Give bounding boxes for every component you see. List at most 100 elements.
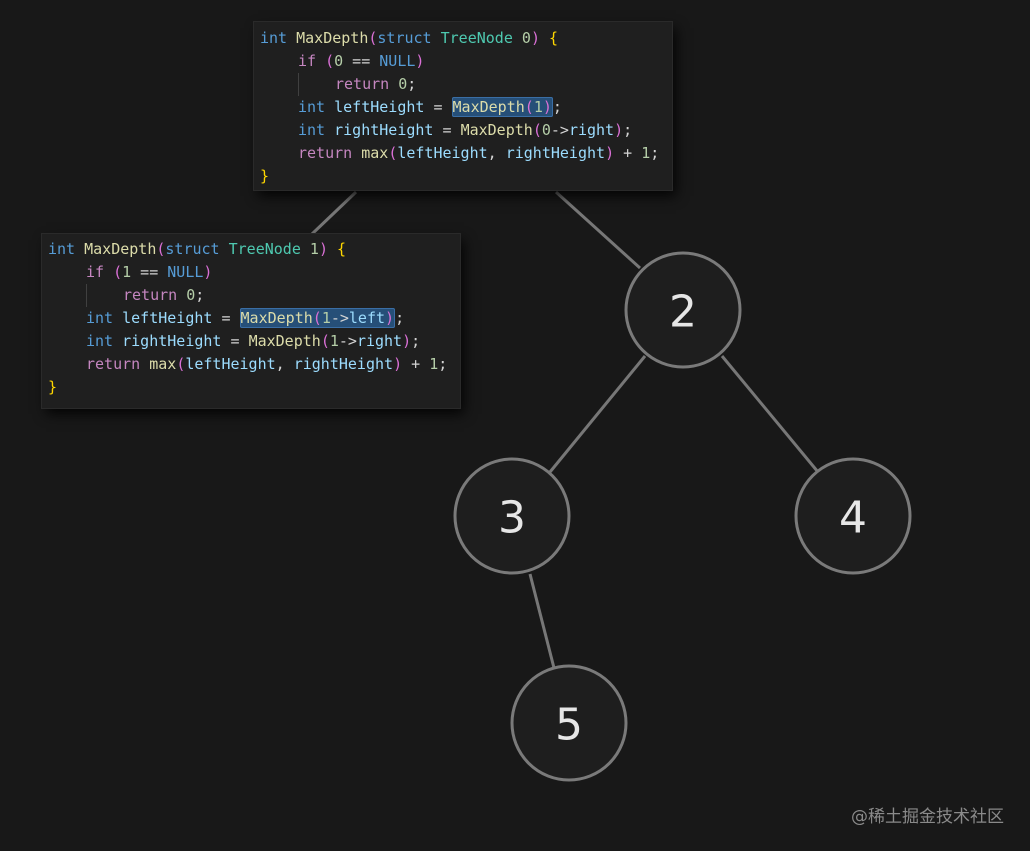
code-token: 0 [521,29,531,47]
code-token: right [356,332,403,350]
code-token: ( [532,121,542,139]
code-line: return 0; [48,284,460,307]
code-token: ) [605,144,615,162]
code-token: 0 [541,121,551,139]
code-token: max [149,355,177,373]
code-token: int [298,121,326,139]
code-token: rightHeight [505,144,606,162]
code-token: { [337,240,347,258]
code-card-node-1: int MaxDepth(struct TreeNode 1) {if (1 =… [42,234,460,408]
watermark: @稀土掘金技术社区 [851,807,1004,827]
code-token: ( [113,263,123,281]
code-token: = [424,98,452,116]
code-line: int leftHeight = MaxDepth(1); [260,96,672,119]
code-token: == [343,52,380,70]
code-token: left [348,309,386,327]
code-line: return 0; [260,73,672,96]
code-line: int MaxDepth(struct TreeNode 1) { [48,238,460,261]
tree-node-4: 4 [794,457,912,575]
code-token: MaxDepth [296,29,369,47]
code-line: if (1 == NULL) [48,261,460,284]
code-token: == [131,263,168,281]
code-token: ; [411,332,421,350]
tree-node-5: 5 [510,664,628,782]
edge-root-to-1 [310,190,358,236]
code-token: 0 [186,286,196,304]
code-token: MaxDepth [460,121,533,139]
code-token: rightHeight [334,121,434,139]
code-token: ; [195,286,205,304]
code-token: TreeNode [440,29,513,47]
code-token: , [275,355,294,373]
code-token: ) [385,309,395,327]
code-token: struct [165,240,220,258]
code-token: = [433,121,461,139]
code-line: if (0 == NULL) [260,50,672,73]
code-token: int [48,240,76,258]
tree-node-2: 2 [624,251,742,369]
code-token: ( [325,52,335,70]
highlighted-call: MaxDepth(1) [451,97,553,117]
code-token: ) [415,52,425,70]
node-label: 3 [498,493,526,544]
code-token: ; [552,98,562,116]
code-token: 1 [122,263,132,281]
code-token: rightHeight [122,332,222,350]
code-token: 1 [429,355,439,373]
code-token: struct [377,29,432,47]
code-token: 0 [398,75,408,93]
code-line: int rightHeight = MaxDepth(1->right); [48,330,460,353]
edge-root-to-2 [554,190,642,270]
edge-2-to-4 [720,355,820,473]
code-line: int MaxDepth(struct TreeNode 0) { [260,27,672,50]
code-token: ; [407,75,417,93]
code-token: MaxDepth [248,332,321,350]
code-token: MaxDepth [240,309,313,327]
code-token: leftHeight [397,144,488,162]
code-token: , [487,144,506,162]
code-token: return [123,286,178,304]
code-token: { [549,29,559,47]
code-token: = [221,332,249,350]
code-card-node-0: int MaxDepth(struct TreeNode 0) {if (0 =… [254,22,672,190]
code-token: return [298,144,353,162]
code-token: int [298,98,326,116]
node-label: 5 [555,700,583,751]
edge-3-to-5 [528,573,556,669]
code-token: MaxDepth [452,98,525,116]
tree-node-3: 3 [453,457,571,575]
code-token: ( [176,355,186,373]
highlighted-call: MaxDepth(1->left) [239,308,396,328]
code-line: } [48,376,460,399]
code-token: NULL [167,263,204,281]
code-token: -> [330,309,349,327]
code-token: ) [203,263,213,281]
code-token: int [260,29,288,47]
code-token: ; [650,144,660,162]
edge-2-to-3 [548,355,647,473]
code-line: int leftHeight = MaxDepth(1->left); [48,307,460,330]
code-token: } [48,378,58,396]
code-token: ( [524,98,534,116]
code-token: rightHeight [293,355,394,373]
code-token: ( [388,144,398,162]
code-token: right [568,121,615,139]
code-token: TreeNode [228,240,301,258]
code-token: 0 [334,52,344,70]
code-token: return [335,75,390,93]
code-token: return [86,355,141,373]
code-token: 1 [533,98,543,116]
code-line: int rightHeight = MaxDepth(0->right); [260,119,672,142]
code-token: -> [550,121,569,139]
